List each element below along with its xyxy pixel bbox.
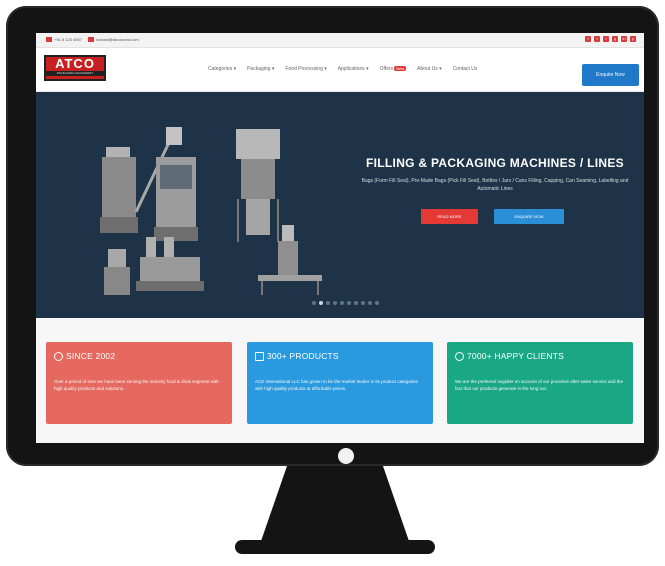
phone-icon xyxy=(46,37,52,43)
nav-offers-label: Offers xyxy=(379,66,394,72)
slider-dot[interactable] xyxy=(319,301,323,305)
nav-item-about[interactable]: About Us ▾ xyxy=(417,66,441,72)
phone-text: +91 8 123 4567 xyxy=(54,37,82,42)
offers-badge: New xyxy=(394,66,407,71)
social-links: f t i g in y xyxy=(585,36,636,42)
hero-buttons: READ MORE ENQUIRE NOW xyxy=(421,209,564,224)
website-screen: +91 8 123 4567 contact@atcoworld.com f t… xyxy=(36,33,644,443)
main-navbar: ATCO PACKAGING MACHINERY Categories ▾ Pa… xyxy=(36,48,644,92)
slider-dot[interactable] xyxy=(340,301,344,305)
card-title: SINCE 2002 xyxy=(54,351,115,361)
slider-dot[interactable] xyxy=(375,301,379,305)
read-more-button[interactable]: READ MORE xyxy=(421,209,478,224)
power-button xyxy=(338,448,354,464)
top-bar: +91 8 123 4567 contact@atcoworld.com f t… xyxy=(36,33,644,48)
hero-title: FILLING & PACKAGING MACHINES / LINES xyxy=(366,156,624,170)
smile-icon xyxy=(455,351,464,361)
slider-dots xyxy=(312,301,379,305)
email-text: contact@atcoworld.com xyxy=(95,37,139,42)
slider-dot[interactable] xyxy=(354,301,358,305)
brand-name: ATCO xyxy=(55,56,95,71)
contact-info: +91 8 123 4567 contact@atcoworld.com xyxy=(46,37,139,43)
list-icon xyxy=(255,351,264,361)
card-text: ACE International LLC has grown to be th… xyxy=(255,379,419,391)
brand-logo[interactable]: ATCO PACKAGING MACHINERY xyxy=(44,55,106,81)
card-title-text: SINCE 2002 xyxy=(66,351,116,361)
email-link[interactable]: contact@atcoworld.com xyxy=(87,37,139,43)
feature-cards: SINCE 2002 Over a period of time we have… xyxy=(36,318,644,443)
slider-dot[interactable] xyxy=(361,301,365,305)
youtube-icon[interactable]: y xyxy=(630,36,636,42)
linkedin-icon[interactable]: in xyxy=(621,36,627,42)
card-title: 300+ PRODUCTS xyxy=(255,351,339,361)
card-products: 300+ PRODUCTS ACE International LLC has … xyxy=(247,342,433,424)
card-text: Over a period of time we have been servi… xyxy=(54,379,219,391)
nav-item-packaging[interactable]: Packaging ▾ xyxy=(247,66,274,72)
nav-menu: Categories ▾ Packaging ▾ Food Processing… xyxy=(208,66,477,72)
slider-dot[interactable] xyxy=(347,301,351,305)
nav-item-food-processing[interactable]: Food Processing ▾ xyxy=(285,66,326,72)
brand-tagline: PACKAGING MACHINERY xyxy=(46,71,104,76)
monitor-stand-neck xyxy=(260,466,410,544)
hero-slider: FILLING & PACKAGING MACHINES / LINES Bag… xyxy=(36,92,644,318)
enquire-now-hero-button[interactable]: ENQUIRE NOW xyxy=(494,209,564,224)
monitor-frame: +91 8 123 4567 contact@atcoworld.com f t… xyxy=(6,6,659,466)
card-since-2002: SINCE 2002 Over a period of time we have… xyxy=(46,342,232,424)
slider-dot[interactable] xyxy=(333,301,337,305)
enquire-now-button[interactable]: Enquire Now xyxy=(582,64,639,86)
card-title-text: 7000+ HAPPY CLIENTS xyxy=(467,351,564,361)
google-icon[interactable]: g xyxy=(612,36,618,42)
slider-dot[interactable] xyxy=(368,301,372,305)
machines-image xyxy=(100,127,322,295)
email-icon xyxy=(87,37,94,43)
phone-link[interactable]: +91 8 123 4567 xyxy=(46,37,82,43)
monitor-stand-base xyxy=(235,540,435,554)
nav-item-applications[interactable]: Applications ▾ xyxy=(338,66,369,72)
nav-item-offers[interactable]: Offers New xyxy=(380,66,407,72)
nav-item-contact[interactable]: Contact Us xyxy=(453,66,478,72)
instagram-icon[interactable]: i xyxy=(603,36,609,42)
card-title: 7000+ HAPPY CLIENTS xyxy=(455,351,564,361)
hero-subtitle: Bags (Form Fill Seal), Pre-Made Bags (Pi… xyxy=(361,178,629,192)
clock-icon xyxy=(54,351,63,361)
slider-dot[interactable] xyxy=(326,301,330,305)
facebook-icon[interactable]: f xyxy=(585,36,591,42)
card-text: We are the preferred supplier on account… xyxy=(455,379,624,391)
slider-dot[interactable] xyxy=(312,301,316,305)
card-title-text: 300+ PRODUCTS xyxy=(267,351,339,361)
nav-item-categories[interactable]: Categories ▾ xyxy=(208,66,236,72)
card-happy-clients: 7000+ HAPPY CLIENTS We are the preferred… xyxy=(447,342,633,424)
twitter-icon[interactable]: t xyxy=(594,36,600,42)
